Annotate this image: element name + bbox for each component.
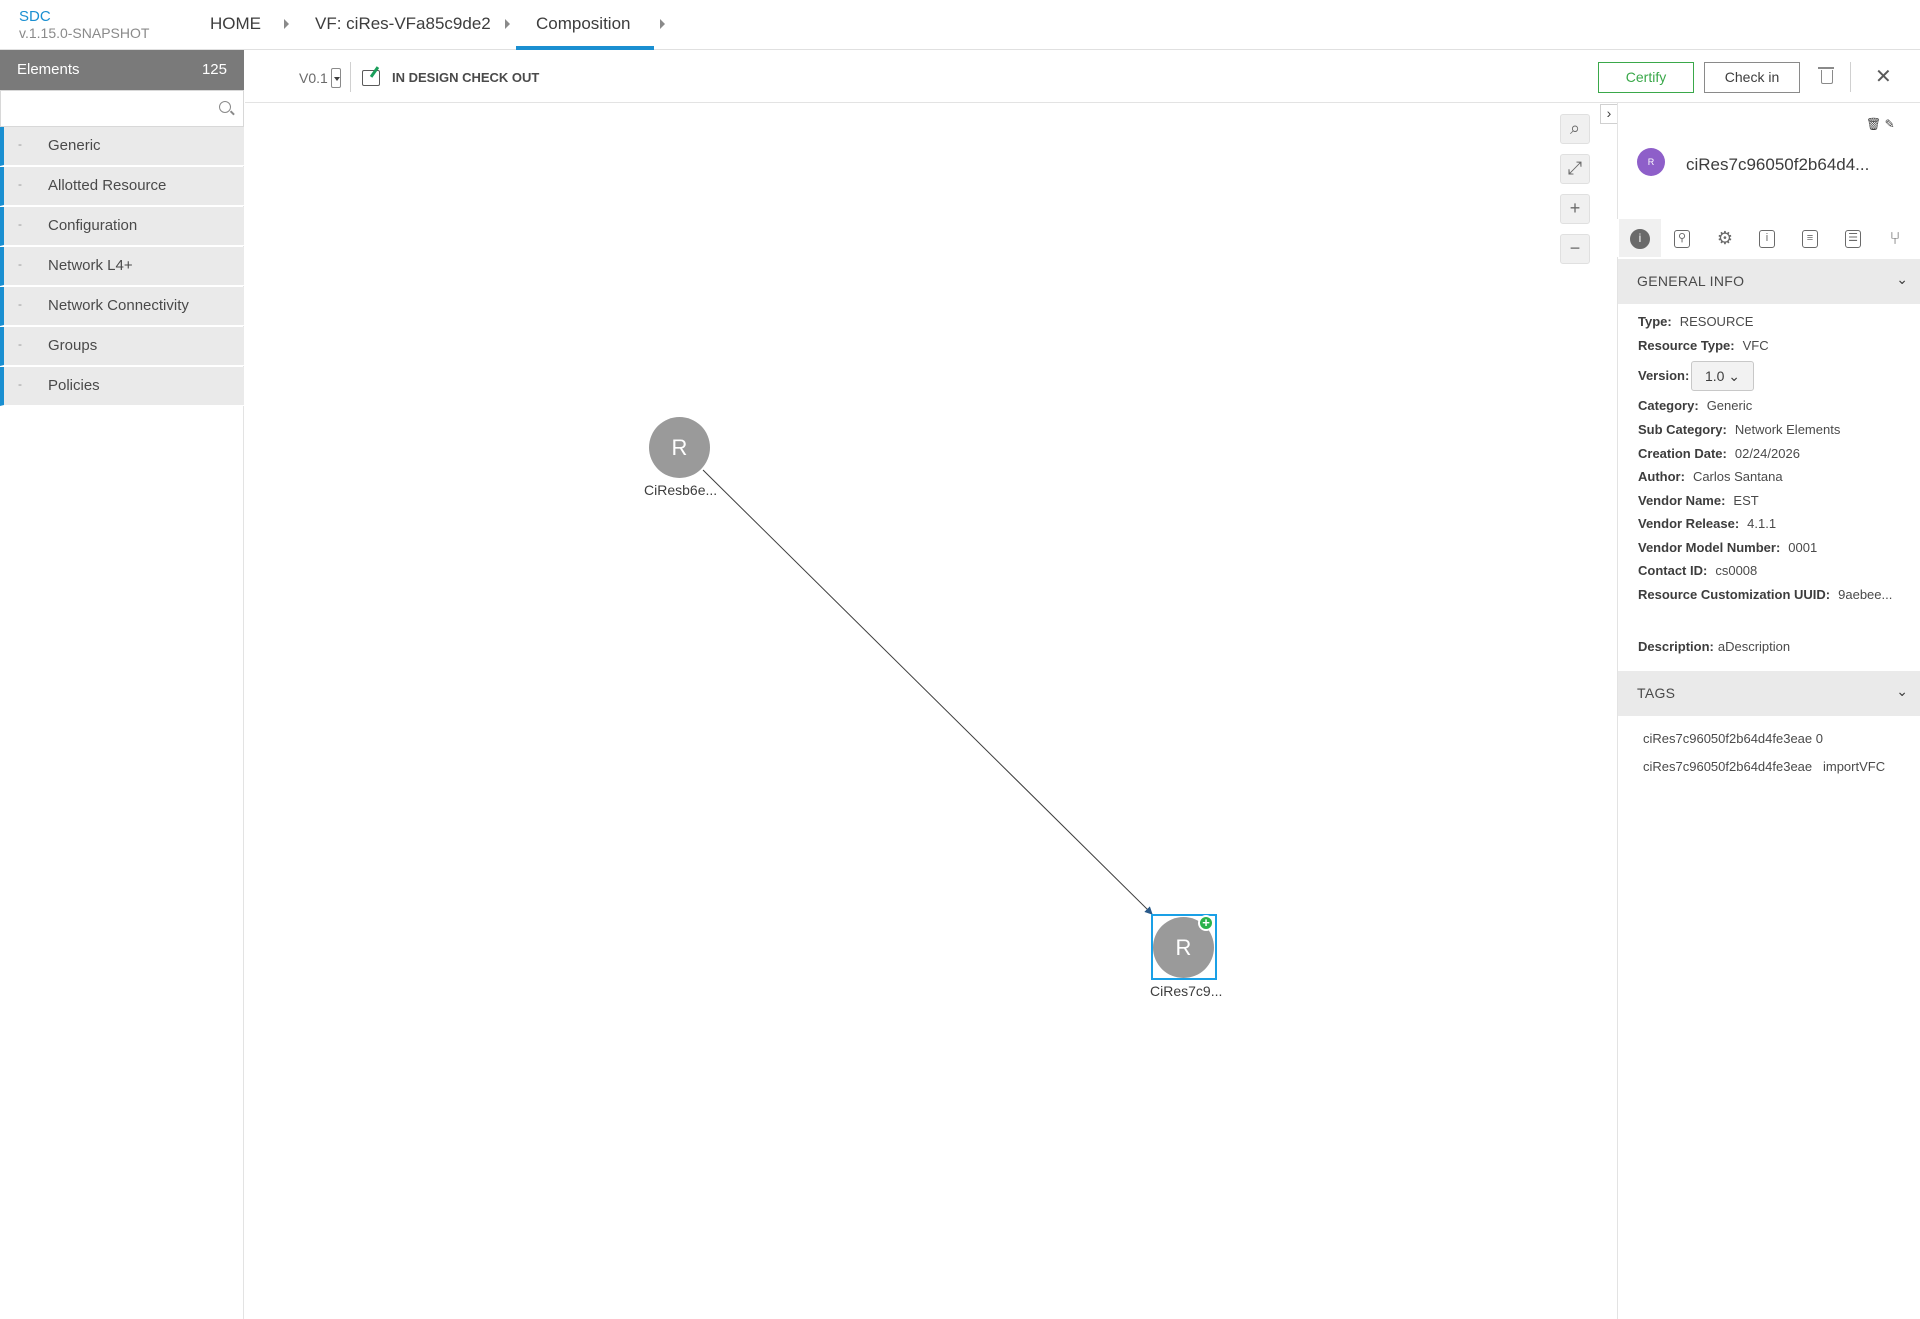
field-value: EST [1733,493,1759,508]
chevron-down-icon[interactable]: ⌄ [1896,683,1908,700]
information-artifacts-tab-icon[interactable]: i [1746,219,1788,257]
field-label: Vendor Release: [1638,516,1740,531]
add-icon[interactable]: + [1198,915,1214,931]
node-label: CiRes7c9... [1150,983,1223,999]
tag-item: ciRes7c96050f2b64d4fe3eae 0 [1643,731,1823,746]
info-tab-icon[interactable]: i [1619,219,1661,257]
field-value: 02/24/2026 [1734,446,1800,461]
properties-tab-icon[interactable]: ⚙ [1704,219,1746,257]
relation-edge[interactable] [702,469,1153,915]
field-label: Creation Date: [1638,446,1727,461]
field-label: Version: [1638,368,1690,383]
info-sub-category: Sub Category: Network Elements [1638,422,1840,437]
resource-node[interactable]: R [649,417,710,478]
panel-tabs: i ⚲ ⚙ i ≡ ☰ ⑂ [1617,219,1920,257]
info-vendor-name: Vendor Name: EST [1638,493,1759,508]
delete-edit-icons[interactable]: 🗑 ✎ [1866,117,1895,131]
node-label: CiResb6e... [644,482,718,498]
field-label: Vendor Name: [1638,493,1726,508]
info-resource-type: Resource Type: VFC [1638,338,1769,353]
info-author: Author: Carlos Santana [1638,469,1783,484]
field-value: 0001 [1788,540,1818,555]
field-label: Description: [1638,639,1714,654]
general-info-header[interactable]: GENERAL INFO ⌄ [1618,259,1920,304]
info-category: Category: Generic [1638,398,1752,413]
collapse-panel-icon[interactable]: › [1600,104,1618,124]
field-label: Resource Customization UUID: [1638,587,1831,602]
info-contact-id: Contact ID: cs0008 [1638,563,1757,578]
info-version: Version: [1638,368,1697,383]
tag-item: ciRes7c96050f2b64d4fe3eae importVFC [1643,759,1886,774]
info-description: Description: aDescription [1638,639,1790,654]
field-value: RESOURCE [1679,314,1754,329]
info-creation-date: Creation Date: 02/24/2026 [1638,446,1800,461]
tags-header[interactable]: TAGS ⌄ [1618,671,1920,716]
field-value: 4.1.1 [1747,516,1777,531]
info-customization-uuid: Resource Customization UUID: 9aebee... [1638,587,1892,602]
field-label: Contact ID: [1638,563,1708,578]
deployment-artifacts-tab-icon[interactable]: ⚲ [1661,219,1703,257]
field-label: Type: [1638,314,1672,329]
version-dropdown[interactable]: 1.0 ⌄ [1691,361,1754,391]
info-vendor-model: Vendor Model Number: 0001 [1638,540,1817,555]
field-value: Network Elements [1734,422,1841,437]
requirements-tab-icon[interactable]: ≡ [1789,219,1831,257]
chevron-down-icon[interactable]: ⌄ [1896,271,1908,288]
field-label: Sub Category: [1638,422,1727,437]
field-label: Resource Type: [1638,338,1735,353]
component-title: ciRes7c96050f2b64d4... [1686,155,1870,174]
field-value: Generic [1706,398,1753,413]
section-title: TAGS [1637,685,1676,701]
composition-tab-icon[interactable]: ⑂ [1874,219,1916,257]
field-label: Author: [1638,469,1685,484]
field-label: Category: [1638,398,1699,413]
field-value: aDescription [1717,639,1791,654]
info-vendor-release: Vendor Release: 4.1.1 [1638,516,1776,531]
field-value: cs0008 [1715,563,1758,578]
field-value: Carlos Santana [1692,469,1783,484]
field-label: Vendor Model Number: [1638,540,1781,555]
info-type: Type: RESOURCE [1638,314,1753,329]
field-value: VFC [1742,338,1769,353]
api-tab-icon[interactable]: ☰ [1832,219,1874,257]
avatar: R [1637,148,1665,176]
section-title: GENERAL INFO [1637,273,1745,289]
field-value: 9aebee... [1838,587,1893,602]
